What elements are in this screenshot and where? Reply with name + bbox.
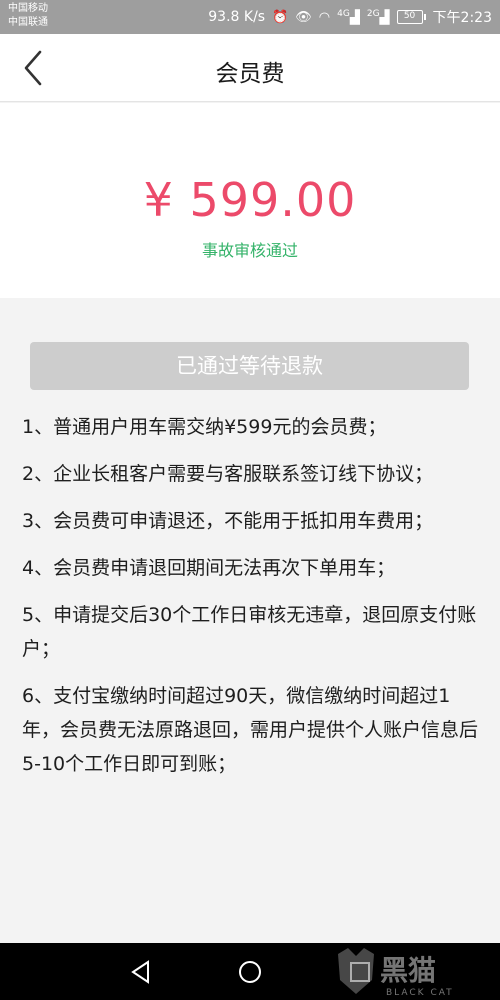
review-status: 事故审核通过 — [201, 241, 298, 260]
signal-2g-label: 2G — [366, 8, 380, 19]
fee-amount: ¥ 599.00 — [143, 173, 357, 227]
rule-item: 5、申请提交后30个工作日审核无违章，退回原支付账户； — [22, 604, 477, 660]
refund-status-button[interactable]: 已通过等待退款 — [30, 342, 469, 390]
page-title: 会员费 — [215, 61, 285, 87]
system-home-button[interactable] — [235, 957, 265, 987]
carrier-info: 中国移动 中国联通 — [8, 2, 48, 30]
signal-bars-icon: ▟ — [379, 10, 390, 26]
circle-home-icon — [239, 961, 261, 983]
watermark-subtext: BLACK CAT — [386, 988, 454, 998]
black-cat-watermark: 黑猫 BLACK CAT — [338, 948, 454, 998]
alarm-icon: ⏰ — [272, 9, 289, 25]
top-nav-bar: 会员费 — [0, 34, 500, 102]
signal-4g: 4G▟ — [337, 9, 360, 26]
battery-tip — [423, 14, 426, 20]
triangle-back-icon — [131, 960, 149, 984]
battery-icon: 50 — [396, 10, 426, 24]
rule-item: 6、支付宝缴纳时间超过90天，微信缴纳时间超过1年，会员费无法原路退回，需用户提… — [22, 685, 479, 775]
fee-rules-list: 1、普通用户用车需交纳¥599元的会员费； 2、企业长租客户需要与客服联系签订线… — [0, 410, 500, 794]
system-back-button[interactable] — [126, 957, 156, 987]
system-nav-bar: 黑猫 BLACK CAT — [0, 943, 500, 1000]
rule-item: 2、企业长租客户需要与客服联系签订线下协议； — [22, 463, 434, 485]
rule-item: 3、会员费可申请退还，不能用于抵扣用车费用； — [22, 510, 434, 532]
signal-4g-label: 4G — [337, 8, 350, 19]
watermark-text: 黑猫 — [380, 954, 436, 987]
carrier-2: 中国联通 — [8, 17, 48, 28]
eye-icon: 👁 — [295, 9, 312, 25]
clock: 下午2:23 — [432, 10, 492, 26]
rule-item: 1、普通用户用车需交纳¥599元的会员费； — [22, 416, 387, 438]
status-bar: 中国移动 中国联通 93.8 K/s ⏰ 👁 ◠ 4G▟ 2G▟ 50 下午2:… — [0, 0, 500, 34]
signal-bars-icon: ▟ — [349, 10, 360, 26]
rule-item: 4、会员费申请退回期间无法再次下单用车； — [22, 557, 396, 579]
battery-level: 50 — [396, 10, 423, 24]
carrier-1: 中国移动 — [8, 3, 48, 14]
network-speed: 93.8 K/s — [208, 9, 266, 25]
amount-card: ¥ 599.00 事故审核通过 — [0, 103, 500, 298]
wifi-icon: ◠ — [318, 9, 331, 25]
signal-2g: 2G▟ — [367, 9, 390, 26]
status-right: 93.8 K/s ⏰ 👁 ◠ 4G▟ 2G▟ 50 下午2:23 — [208, 6, 492, 28]
